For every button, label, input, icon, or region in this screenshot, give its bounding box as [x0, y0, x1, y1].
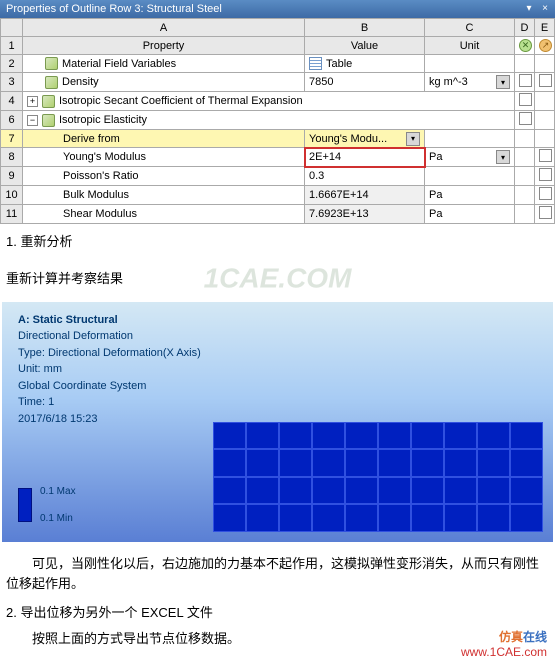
- step-1-sub: 重新计算并考察结果: [6, 271, 123, 286]
- legend-max: 0.1 Max: [40, 486, 76, 497]
- table-icon: [309, 57, 322, 70]
- row-2[interactable]: 2: [1, 55, 23, 73]
- panel-title: Properties of Outline Row 3: Structural …: [6, 3, 222, 15]
- collapse-icon[interactable]: −: [27, 115, 38, 126]
- corner-cell: [1, 19, 23, 37]
- viz-info: A: Static Structural Directional Deforma…: [18, 312, 201, 428]
- conclusion-text: 可见，当刚性化以后，右边施加的力基本不起作用，这模拟弹性变形消失，从而只有刚性位…: [0, 546, 555, 604]
- row-10[interactable]: 10: [1, 186, 23, 205]
- row-11[interactable]: 11: [1, 205, 23, 224]
- prop-label: Density: [62, 76, 99, 88]
- property-icon: [42, 114, 55, 127]
- prop-label: Poisson's Ratio: [63, 170, 138, 182]
- step-1-title: 1. 重新分析: [0, 224, 555, 261]
- legend-bar: [18, 488, 32, 522]
- checkbox[interactable]: [539, 206, 552, 219]
- value-text: Young's Modu...: [309, 133, 387, 145]
- checkbox[interactable]: [519, 74, 532, 87]
- col-a[interactable]: A: [23, 19, 305, 37]
- filter-d-icon[interactable]: ✕: [519, 39, 532, 52]
- col-d[interactable]: D: [515, 19, 535, 37]
- watermark: 1CAE.COM: [204, 257, 352, 302]
- pin-icon[interactable]: ▾: [523, 2, 535, 14]
- dropdown-icon[interactable]: ▾: [406, 132, 420, 146]
- checkbox[interactable]: [539, 168, 552, 181]
- header-value: Value: [305, 37, 425, 55]
- checkbox[interactable]: [539, 187, 552, 200]
- step-2-title: 2. 导出位移为另外一个 EXCEL 文件: [0, 603, 555, 624]
- unit-text: kg m^-3: [429, 76, 468, 88]
- properties-table: A B C D E 1 Property Value Unit ✕ ↗ 2 Ma…: [0, 18, 555, 224]
- row-4[interactable]: 4: [1, 92, 23, 111]
- viz-line: 2017/6/18 15:23: [18, 413, 98, 425]
- prop-label: Shear Modulus: [63, 208, 137, 220]
- close-icon[interactable]: ×: [539, 2, 551, 14]
- viz-line: Type: Directional Deformation(X Axis): [18, 347, 201, 359]
- mesh-plot: [213, 422, 543, 532]
- prop-label: Young's Modulus: [63, 151, 146, 163]
- prop-label: Material Field Variables: [62, 58, 176, 70]
- property-icon: [45, 57, 58, 70]
- unit-text: Pa: [429, 151, 442, 163]
- checkbox[interactable]: [539, 74, 552, 87]
- panel-title-bar: Properties of Outline Row 3: Structural …: [0, 0, 555, 18]
- row-1[interactable]: 1: [1, 37, 23, 55]
- header-property: Property: [23, 37, 305, 55]
- property-icon: [45, 76, 58, 89]
- col-b[interactable]: B: [305, 19, 425, 37]
- unit-text: Pa: [429, 208, 442, 220]
- youngs-modulus-value[interactable]: 2E+14: [305, 148, 425, 167]
- footer-branding: 仿真在线 www.1CAE.com: [453, 624, 555, 663]
- col-e[interactable]: E: [535, 19, 555, 37]
- value-text: Table: [326, 58, 352, 70]
- checkbox[interactable]: [519, 112, 532, 125]
- viz-line: Time: 1: [18, 396, 54, 408]
- prop-label: Isotropic Secant Coefficient of Thermal …: [59, 95, 303, 107]
- prop-label: Derive from: [63, 133, 120, 145]
- value-text: 1.6667E+14: [309, 189, 369, 201]
- value-text: 2E+14: [309, 151, 341, 163]
- viz-line: Directional Deformation: [18, 330, 133, 342]
- result-visualization: A: Static Structural Directional Deforma…: [2, 302, 553, 542]
- viz-line: Unit: mm: [18, 363, 62, 375]
- row-3[interactable]: 3: [1, 73, 23, 92]
- prop-label: Bulk Modulus: [63, 189, 129, 201]
- value-text: 0.3: [309, 170, 324, 182]
- dropdown-icon[interactable]: ▾: [496, 150, 510, 164]
- footer-url: www.1CAE.com: [461, 645, 547, 659]
- dropdown-icon[interactable]: ▾: [496, 75, 510, 89]
- row-9[interactable]: 9: [1, 167, 23, 186]
- header-unit: Unit: [425, 37, 515, 55]
- viz-title: A: Static Structural: [18, 314, 118, 326]
- unit-text: Pa: [429, 189, 442, 201]
- viz-line: Global Coordinate System: [18, 380, 146, 392]
- row-6[interactable]: 6: [1, 111, 23, 130]
- filter-e-icon[interactable]: ↗: [539, 39, 552, 52]
- expand-icon[interactable]: +: [27, 96, 38, 107]
- row-8[interactable]: 8: [1, 148, 23, 167]
- row-7[interactable]: 7: [1, 130, 23, 148]
- legend-min: 0.1 Min: [40, 513, 73, 524]
- checkbox[interactable]: [519, 93, 532, 106]
- value-text: 7850: [309, 76, 333, 88]
- checkbox[interactable]: [539, 149, 552, 162]
- col-c[interactable]: C: [425, 19, 515, 37]
- value-text: 7.6923E+13: [309, 208, 369, 220]
- step-2-sub: 按照上面的方式导出节点位移数据。: [0, 629, 453, 658]
- color-legend: 0.1 Max 0.1 Min: [18, 488, 32, 522]
- prop-label: Isotropic Elasticity: [59, 114, 147, 126]
- property-icon: [42, 95, 55, 108]
